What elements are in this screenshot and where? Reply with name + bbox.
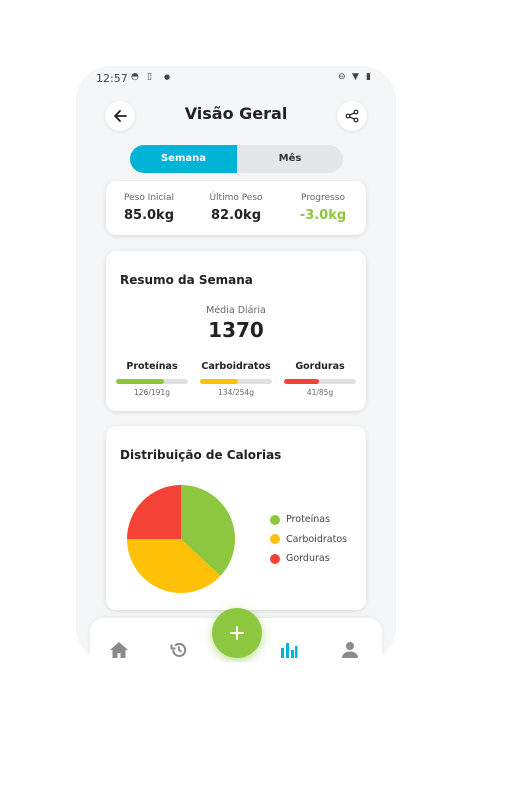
macro-protein-fill [116,379,164,384]
dnd-icon: ⊖ [338,72,346,82]
progress-stat: Progresso -3.0kg [280,181,366,223]
legend-item-fat: Gorduras [270,549,347,569]
summary-title: Resumo da Semana [120,273,253,287]
legend-label-carbs: Carboidratos [286,533,348,545]
legend-label-protein: Proteínas [286,514,331,526]
legend-label-fat: Gorduras [286,553,330,565]
legend-dot-protein [270,514,280,525]
macro-protein: Proteínas 126/191g [114,361,190,397]
distribution-title: Distribuição de Calorias [120,448,282,462]
tab-month[interactable]: Mês [237,145,343,173]
nav-history[interactable] [167,638,191,662]
stats-icon [281,643,298,658]
macro-carbs: Carboidratos 134/254g [198,361,274,397]
initial-weight: Peso Inicial 85.0kg [106,181,192,223]
share-icon [345,109,359,123]
profile-icon [342,642,358,658]
last-weight-value: 82.0kg [210,208,262,223]
initial-weight-value: 85.0kg [123,208,175,223]
nav-stats[interactable] [277,638,301,662]
wifi-icon: ▼ [352,72,359,82]
notification-icon: ◓ [131,72,139,82]
battery-saver-icon: ▯ [147,72,152,82]
legend-item-carbs: Carboidratos [270,530,347,550]
home-icon [110,642,128,658]
macro-fat-name: Gorduras [295,361,345,372]
weight-progress-card: Peso Inicial 85.0kg Último Peso 82.0kg P… [106,181,366,235]
calorie-pie-chart [127,485,235,593]
daily-average-value: 1370 [208,318,264,342]
macro-fat-bar [284,379,356,384]
macro-carbs-fill [200,379,239,384]
daily-average-label: Média Diária [206,305,266,316]
status-time: 12:57 [96,72,128,85]
pie-legend: Proteínas Carboidratos Gorduras [270,510,347,569]
macro-carbs-name: Carboidratos [201,361,271,372]
share-button[interactable] [337,101,367,131]
initial-weight-label: Peso Inicial [123,193,175,203]
weekly-summary-card: Resumo da Semana Média Diária 1370 Prote… [106,251,366,411]
last-weight-label: Último Peso [209,193,263,203]
legend-dot-carbs [270,534,280,545]
pie-slice-gorduras [127,485,181,539]
more-notifications-icon: ● [164,73,171,81]
macro-fat: Gorduras 41/85g [282,361,358,397]
progress-label: Progresso [301,193,345,203]
macro-fat-fill [284,379,319,384]
macro-protein-name: Proteínas [126,361,178,372]
battery-icon: ▮ [366,72,371,82]
period-toggle: Semana Mês [130,145,343,173]
macro-carbs-amount: 134/254g [218,388,254,397]
history-icon [170,643,187,657]
macro-protein-amount: 126/191g [134,388,170,397]
plus-icon [230,626,244,640]
nav-home[interactable] [107,638,131,662]
macro-carbs-bar [200,379,272,384]
calorie-distribution-card: Distribuição de Calorias Proteínas Carbo… [106,426,366,610]
macro-protein-bar [116,379,188,384]
last-weight: Último Peso 82.0kg [193,181,279,223]
macro-fat-amount: 41/85g [306,388,334,397]
legend-item-protein: Proteínas [270,510,347,530]
tab-week[interactable]: Semana [130,145,237,173]
phone-frame: 12:57 ◓ ▯ ● ⊖ ▼ ▮ Visão Geral Semana Mês… [76,66,396,662]
nav-profile[interactable] [338,638,362,662]
status-bar: 12:57 ◓ ▯ ● ⊖ ▼ ▮ [76,66,396,88]
progress-value: -3.0kg [299,208,347,223]
add-button[interactable] [212,608,262,658]
legend-dot-fat [270,553,280,564]
